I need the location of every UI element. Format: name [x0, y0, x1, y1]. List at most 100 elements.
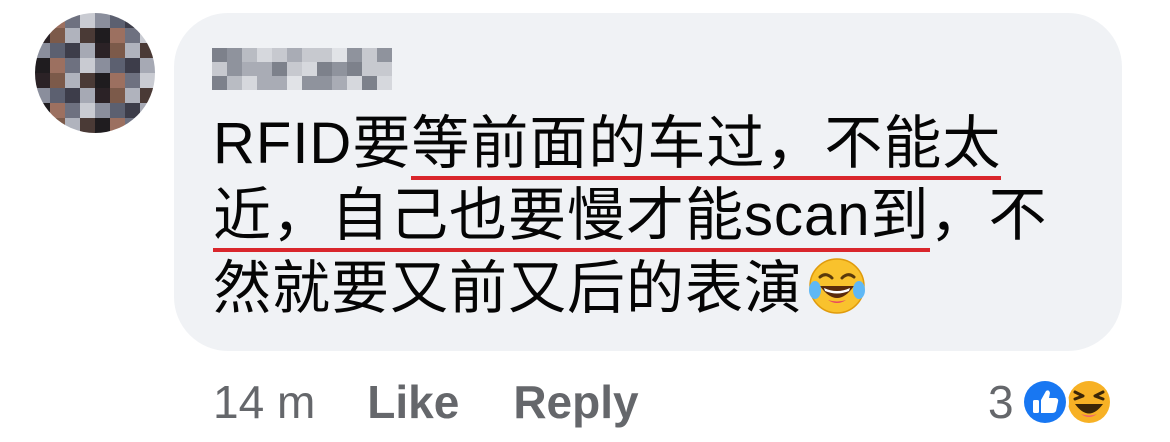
- avatar-mosaic-cell: [80, 43, 95, 58]
- comment: RFID要等前面的车过，不能太 近，自己也要慢才能scan到，不 然就要又前又后…: [0, 0, 1170, 442]
- avatar-mosaic-cell: [65, 13, 80, 28]
- avatar-mosaic-cell: [95, 88, 110, 103]
- author-mosaic-cell: [317, 76, 332, 90]
- avatar-mosaic-cell: [125, 73, 140, 88]
- author-mosaic-cell: [287, 62, 302, 76]
- author-mosaic-cell: [332, 62, 347, 76]
- author-mosaic-cell: [272, 48, 287, 62]
- avatar-mosaic-cell: [95, 103, 110, 118]
- avatar-mosaic-cell: [50, 28, 65, 43]
- avatar-mosaic-cell: [50, 73, 65, 88]
- laughing-with-tears-emoji-icon: [809, 258, 866, 314]
- avatar-mosaic-cell: [140, 73, 155, 88]
- avatar-mosaic-cell: [50, 13, 65, 28]
- author-mosaic-cell: [347, 48, 362, 62]
- comment-text-line-1: RFID要等前面的车过，不能太: [213, 111, 1002, 180]
- avatar-mosaic-cell: [110, 13, 125, 28]
- author-mosaic-cell: [302, 48, 317, 62]
- avatar-mosaic-cell: [125, 88, 140, 103]
- avatar-mosaic-cell: [65, 73, 80, 88]
- avatar-mosaic-cell: [140, 88, 155, 103]
- author-mosaic-cell: [362, 76, 377, 90]
- avatar-mosaic-cell: [65, 58, 80, 73]
- avatar-mosaic-cell: [140, 13, 155, 28]
- author-mosaic-cell: [302, 62, 317, 76]
- avatar-mosaic-cell: [110, 103, 125, 118]
- author-mosaic-cell: [227, 76, 242, 90]
- comment-text-segment: RFID要: [213, 111, 412, 176]
- author-mosaic-cell: [212, 76, 227, 90]
- avatar-mosaic-cell: [35, 103, 50, 118]
- author-mosaic-cell: [302, 76, 317, 90]
- author-mosaic-cell: [362, 62, 377, 76]
- comment-text-line-2: 近，自己也要慢才能scan到，不: [213, 183, 1048, 252]
- avatar-mosaic-cell: [50, 58, 65, 73]
- reply-button[interactable]: Reply: [513, 375, 638, 429]
- avatar-mosaic-cell: [65, 88, 80, 103]
- avatar-mosaic-cell: [80, 13, 95, 28]
- author-mosaic-cell: [227, 62, 242, 76]
- author-mosaic-cell: [242, 62, 257, 76]
- avatar-mosaic-cell: [35, 28, 50, 43]
- avatar-mosaic-cell: [35, 88, 50, 103]
- avatar-mosaic-cell: [80, 73, 95, 88]
- like-button[interactable]: Like: [367, 375, 459, 429]
- author-mosaic-cell: [257, 76, 272, 90]
- highlighted-text: 近，自己也要慢才能scan到: [213, 183, 930, 252]
- author-mosaic-cell: [257, 62, 272, 76]
- avatar-mosaic-cell: [110, 88, 125, 103]
- author-mosaic-cell: [242, 76, 257, 90]
- avatar-mosaic-cell: [125, 28, 140, 43]
- avatar-mosaic-cell: [80, 58, 95, 73]
- avatar-mosaic-cell: [95, 73, 110, 88]
- author-mosaic-cell: [287, 76, 302, 90]
- avatar-mosaic-cell: [65, 103, 80, 118]
- author-mosaic-cell: [242, 48, 257, 62]
- avatar-mosaic-cell: [50, 43, 65, 58]
- avatar-mosaic-cell: [125, 13, 140, 28]
- author-mosaic-cell: [212, 62, 227, 76]
- comment-text-line-3: 然就要又前又后的表演: [213, 256, 867, 321]
- avatar-mosaic-cell: [95, 43, 110, 58]
- author-mosaic-cell: [377, 48, 392, 62]
- avatar-mosaic-cell: [95, 28, 110, 43]
- avatar-mosaic-cell: [80, 103, 95, 118]
- avatar-mosaic-cell: [65, 118, 80, 133]
- author-mosaic-cell: [317, 48, 332, 62]
- avatar-mosaic-cell: [140, 28, 155, 43]
- avatar-mosaic-cell: [35, 58, 50, 73]
- reaction-count: 3: [988, 376, 1014, 428]
- author-mosaic-cell: [317, 62, 332, 76]
- reaction-summary[interactable]: 3: [988, 372, 1114, 432]
- avatar-mosaic-cell: [50, 88, 65, 103]
- author-mosaic-cell: [347, 62, 362, 76]
- author-mosaic-cell: [332, 76, 347, 90]
- comment-text-segment: 然就要又前又后的表演: [213, 256, 804, 321]
- avatar-mosaic-cell: [80, 118, 95, 133]
- avatar-mosaic-cell: [35, 73, 50, 88]
- author-mosaic-cell: [332, 48, 347, 62]
- avatar-mosaic-cell: [65, 43, 80, 58]
- avatar-mosaic-cell: [65, 28, 80, 43]
- author-mosaic-cell: [362, 48, 377, 62]
- author-mosaic-cell: [272, 62, 287, 76]
- author-mosaic-cell: [347, 76, 362, 90]
- author-mosaic-cell: [257, 48, 272, 62]
- timestamp[interactable]: 14 m: [213, 375, 315, 429]
- avatar-mosaic-cell: [125, 103, 140, 118]
- author-name-pixelated[interactable]: [212, 48, 392, 92]
- avatar-mosaic-cell: [110, 43, 125, 58]
- avatar-mosaic-cell: [110, 58, 125, 73]
- avatar-mosaic-cell: [110, 73, 125, 88]
- avatar-mosaic-cell: [95, 13, 110, 28]
- avatar-mosaic-cell: [140, 58, 155, 73]
- avatar-mosaic-cell: [110, 118, 125, 133]
- author-mosaic-cell: [227, 48, 242, 62]
- avatar-mosaic-cell: [125, 118, 140, 133]
- avatar[interactable]: [35, 13, 155, 133]
- highlighted-text: 等前面的车过，不能太: [411, 111, 1002, 180]
- author-mosaic-cell: [377, 76, 392, 90]
- author-mosaic-cell: [377, 62, 392, 76]
- author-mosaic-cell: [287, 48, 302, 62]
- avatar-mosaic-cell: [35, 43, 50, 58]
